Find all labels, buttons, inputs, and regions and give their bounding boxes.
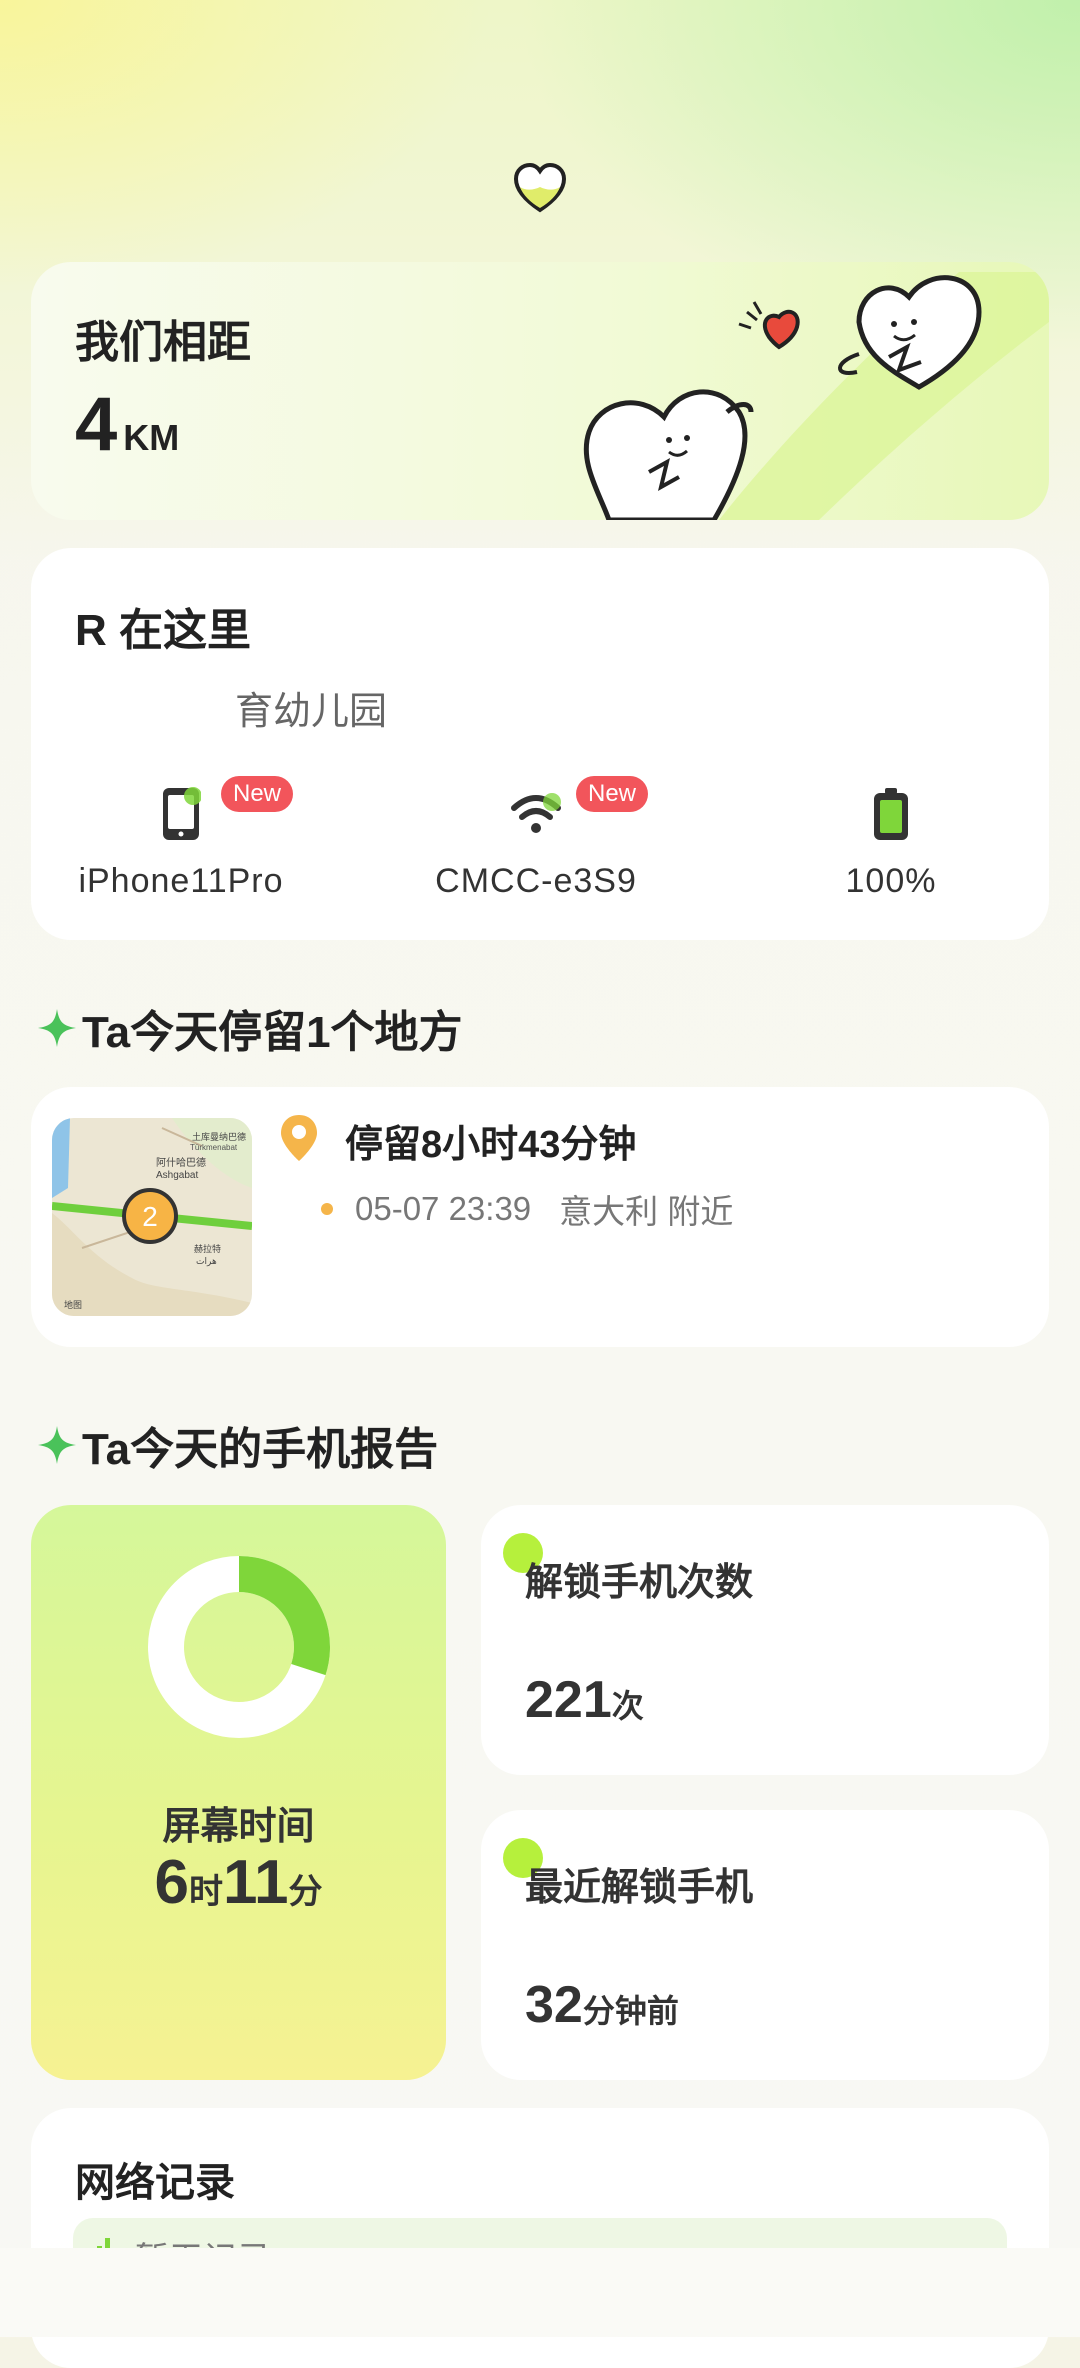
device-model-item: New iPhone11Pro: [31, 776, 331, 901]
location-card[interactable]: R 在这里 育幼儿园 New iPhone11Pro New CMCC-e3S9: [31, 548, 1049, 940]
sparkle-icon: [38, 1426, 76, 1464]
heart-logo-icon: [513, 162, 567, 213]
wifi-icon: [511, 793, 561, 833]
stay-item-card[interactable]: 土库曼纳巴德 Türkmenabat 阿什哈巴德 Ashgabat 赫拉特 هر…: [31, 1087, 1049, 1347]
location-title: R 在这里: [75, 606, 251, 655]
stay-section-title: Ta今天停留1个地方: [36, 996, 463, 1060]
screen-time-label: 屏幕时间: [162, 1806, 315, 1848]
battery-label: 100%: [845, 862, 937, 900]
new-badge: New: [221, 776, 294, 812]
last-unlock-label: 最近解锁手机: [525, 1867, 754, 1909]
screen-time-ring: [148, 1556, 330, 1738]
svg-text:هرات: هرات: [196, 1257, 217, 1267]
sparkle-icon: [38, 1009, 76, 1047]
distance-value: 4 KM: [75, 382, 180, 467]
stay-details: 05-07 23:39 意大利 附近: [321, 1185, 733, 1233]
map-thumbnail[interactable]: 土库曼纳巴德 Türkmenabat 阿什哈巴德 Ashgabat 赫拉特 هر…: [52, 1118, 252, 1316]
last-unlock-value: 32分钟前: [525, 1976, 679, 2034]
unlock-count-value: 221次: [525, 1671, 644, 1729]
battery-item: 100%: [741, 776, 1041, 901]
svg-text:地图: 地图: [64, 1299, 82, 1310]
time-dot: [321, 1203, 333, 1215]
screen-time-value: 6时11分: [154, 1848, 323, 1917]
bottom-area: [0, 2248, 1080, 2337]
distance-title: 我们相距: [75, 318, 251, 367]
location-pin-icon: [281, 1115, 317, 1161]
battery-icon: [874, 788, 908, 840]
svg-text:Ashgabat: Ashgabat: [156, 1170, 198, 1181]
unlock-count-label: 解锁手机次数: [525, 1562, 754, 1604]
stay-time: 05-07 23:39: [355, 1190, 532, 1227]
last-unlock-card[interactable]: 最近解锁手机 32分钟前: [481, 1810, 1049, 2080]
stay-place: 意大利 附近: [559, 1193, 734, 1230]
new-badge: New: [576, 776, 649, 812]
map-cluster-count: 2: [142, 1201, 158, 1232]
report-section-title: Ta今天的手机报告: [36, 1413, 438, 1477]
wifi-label: CMCC-e3S9: [435, 862, 637, 900]
screen-time-card[interactable]: 屏幕时间 6时11分: [31, 1505, 446, 2080]
svg-text:Türkmenabat: Türkmenabat: [190, 1143, 238, 1152]
svg-text:赫拉特: 赫拉特: [194, 1243, 221, 1254]
svg-text:阿什哈巴德: 阿什哈巴德: [156, 1156, 206, 1169]
stay-duration: 停留8小时43分钟: [345, 1124, 637, 1166]
wifi-item: New CMCC-e3S9: [386, 776, 686, 901]
svg-text:土库曼纳巴德: 土库曼纳巴德: [192, 1131, 246, 1142]
location-address: 育幼儿园: [235, 691, 388, 733]
device-model-label: iPhone11Pro: [78, 862, 284, 900]
distance-card[interactable]: 我们相距 4 KM: [31, 262, 1049, 520]
map-image: 土库曼纳巴德 Türkmenabat 阿什哈巴德 Ashgabat 赫拉特 هر…: [52, 1118, 252, 1316]
hearts-illustration-icon: [583, 272, 1049, 520]
unlock-count-card[interactable]: 解锁手机次数 221次: [481, 1505, 1049, 1775]
phone-icon: [163, 787, 201, 840]
network-record-title: 网络记录: [75, 2161, 235, 2205]
